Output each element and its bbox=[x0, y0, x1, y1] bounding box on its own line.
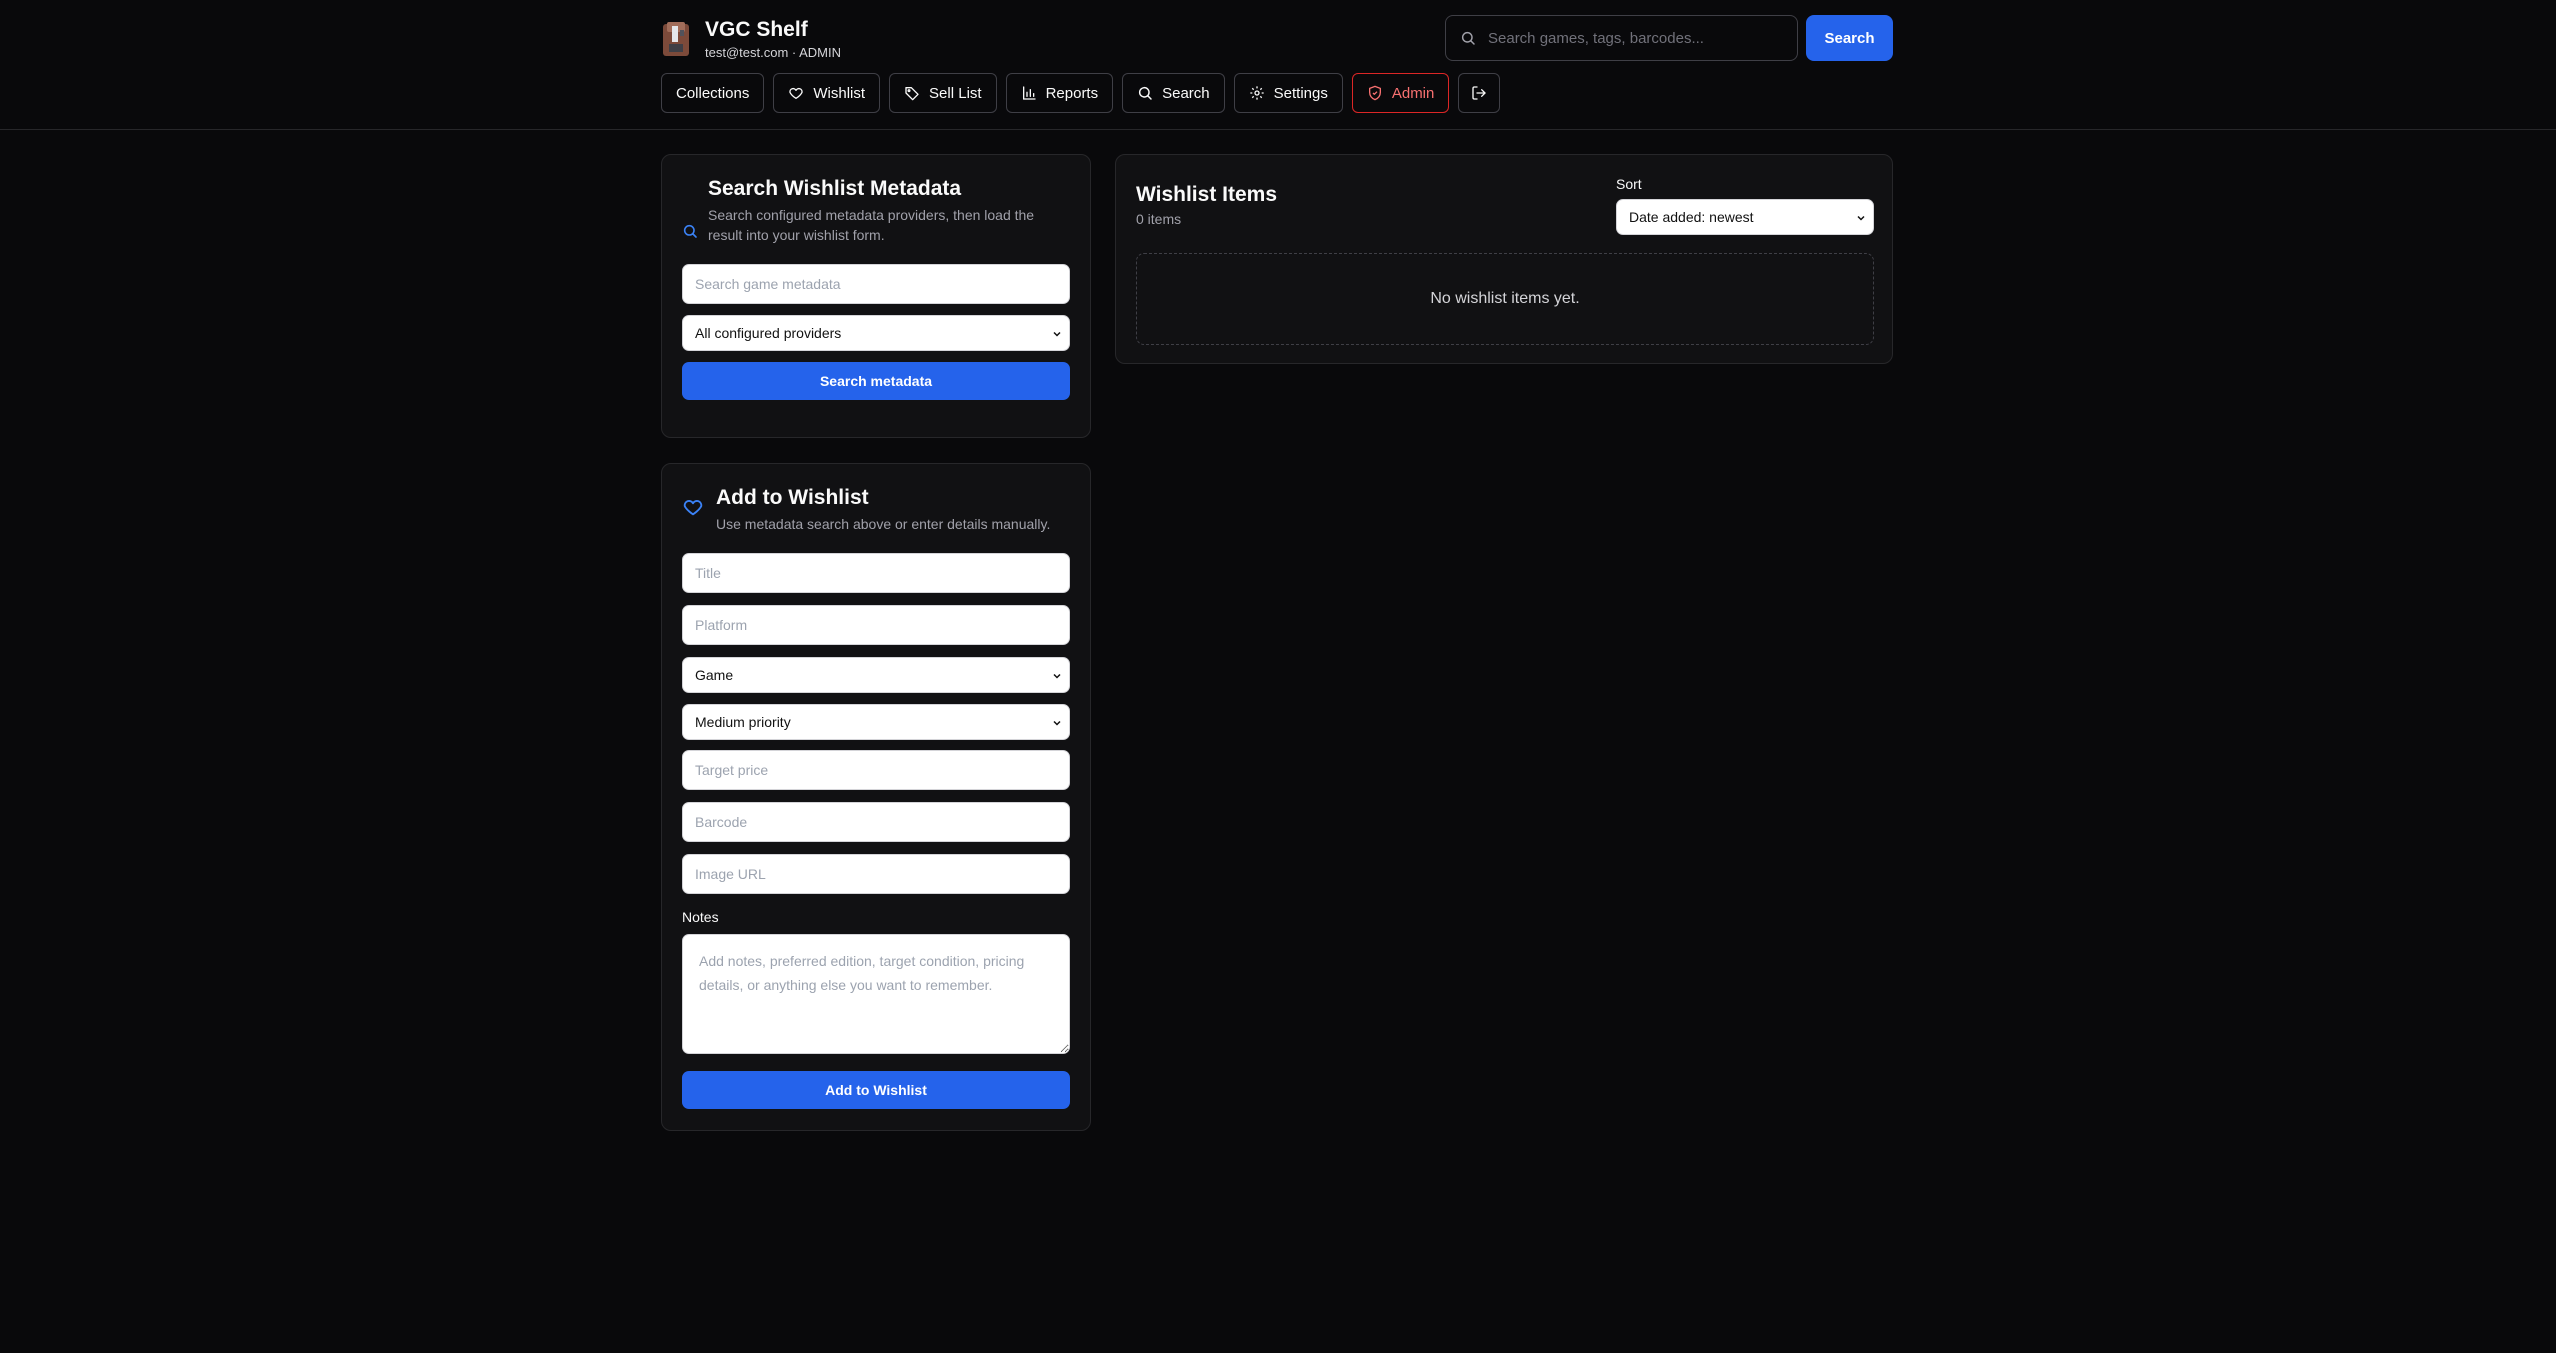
target-price-input[interactable] bbox=[682, 750, 1070, 790]
sort-select-value: Date added: newest bbox=[1629, 209, 1754, 225]
gear-icon bbox=[1249, 86, 1264, 100]
empty-state-text: No wishlist items yet. bbox=[1430, 290, 1580, 307]
user-info: test@test.com · ADMIN bbox=[705, 45, 841, 60]
priority-select[interactable]: Medium priority bbox=[682, 704, 1070, 740]
nav-admin[interactable]: Admin bbox=[1351, 73, 1450, 113]
nav-collections-label: Collections bbox=[676, 84, 750, 102]
nav-settings[interactable]: Settings bbox=[1233, 73, 1343, 113]
sort-label: Sort bbox=[1616, 176, 1642, 192]
chevron-down-icon bbox=[1053, 720, 1061, 726]
chevron-down-icon bbox=[1053, 673, 1061, 679]
global-search-box[interactable] bbox=[1445, 15, 1798, 61]
add-wishlist-card: Add to Wishlist Use metadata search abov… bbox=[661, 463, 1091, 1131]
metadata-search-title: Search Wishlist Metadata bbox=[708, 177, 962, 200]
add-wishlist-title: Add to Wishlist bbox=[716, 486, 869, 509]
add-to-wishlist-button[interactable]: Add to Wishlist bbox=[682, 1071, 1070, 1109]
nav-search-label: Search bbox=[1162, 84, 1210, 102]
heart-icon bbox=[789, 87, 804, 99]
app-header: VGC Shelf test@test.com · ADMIN Search C… bbox=[0, 0, 2556, 130]
search-icon bbox=[1461, 31, 1475, 45]
search-icon bbox=[683, 224, 697, 238]
tag-icon bbox=[905, 87, 919, 101]
add-wishlist-header: Add to Wishlist Use metadata search abov… bbox=[682, 486, 1072, 534]
shield-icon bbox=[1368, 85, 1381, 101]
logout-button[interactable] bbox=[1458, 73, 1501, 113]
nav-search[interactable]: Search bbox=[1122, 73, 1225, 113]
platform-input[interactable] bbox=[682, 605, 1070, 645]
sort-select[interactable]: Date added: newest bbox=[1616, 199, 1874, 235]
wishlist-items-count: 0 items bbox=[1136, 211, 1182, 227]
nav-wishlist[interactable]: Wishlist bbox=[773, 73, 881, 113]
global-search-input[interactable] bbox=[1488, 29, 1788, 47]
chevron-down-icon bbox=[1053, 331, 1061, 337]
nav-collections[interactable]: Collections bbox=[661, 73, 765, 113]
search-icon bbox=[1139, 86, 1152, 100]
cartridge-logo-icon bbox=[663, 21, 689, 56]
empty-state: No wishlist items yet. bbox=[1136, 253, 1874, 345]
global-search-button[interactable]: Search bbox=[1806, 15, 1893, 61]
chevron-down-icon bbox=[1857, 215, 1865, 221]
heart-icon bbox=[683, 500, 703, 516]
metadata-search-card: Search Wishlist Metadata Search configur… bbox=[661, 154, 1091, 438]
search-metadata-button[interactable]: Search metadata bbox=[682, 362, 1070, 400]
logout-icon bbox=[1472, 86, 1487, 100]
main-nav: Collections Wishlist Sell List Reports S… bbox=[661, 73, 1501, 113]
nav-sell-list-label: Sell List bbox=[929, 84, 982, 102]
provider-select-value: All configured providers bbox=[695, 325, 842, 341]
nav-wishlist-label: Wishlist bbox=[813, 84, 866, 102]
wishlist-items-card: Wishlist Items 0 items Sort Date added: … bbox=[1115, 154, 1893, 364]
notes-label: Notes bbox=[682, 909, 719, 925]
metadata-search-description: Search configured metadata providers, th… bbox=[708, 207, 1035, 243]
metadata-search-header: Search Wishlist Metadata Search configur… bbox=[682, 177, 1072, 245]
wishlist-items-title: Wishlist Items bbox=[1136, 183, 1278, 206]
title-input[interactable] bbox=[682, 553, 1070, 593]
brand: VGC Shelf test@test.com · ADMIN bbox=[661, 17, 841, 60]
add-wishlist-description: Use metadata search above or enter detai… bbox=[716, 516, 1051, 532]
nav-settings-label: Settings bbox=[1273, 84, 1328, 102]
nav-sell-list[interactable]: Sell List bbox=[889, 73, 997, 113]
app-title: VGC Shelf bbox=[705, 18, 808, 41]
image-url-input[interactable] bbox=[682, 854, 1070, 894]
priority-select-value: Medium priority bbox=[695, 714, 791, 730]
wishlist-items-header: Wishlist Items 0 items bbox=[1136, 183, 1277, 227]
type-select[interactable]: Game bbox=[682, 657, 1070, 693]
nav-admin-label: Admin bbox=[1391, 84, 1435, 102]
notes-textarea[interactable] bbox=[682, 934, 1070, 1054]
barcode-input[interactable] bbox=[682, 802, 1070, 842]
nav-reports[interactable]: Reports bbox=[1005, 73, 1114, 113]
provider-select[interactable]: All configured providers bbox=[682, 315, 1070, 351]
bar-chart-icon bbox=[1022, 86, 1036, 100]
nav-reports-label: Reports bbox=[1045, 84, 1099, 102]
type-select-value: Game bbox=[695, 667, 734, 683]
metadata-search-input[interactable] bbox=[682, 264, 1070, 304]
